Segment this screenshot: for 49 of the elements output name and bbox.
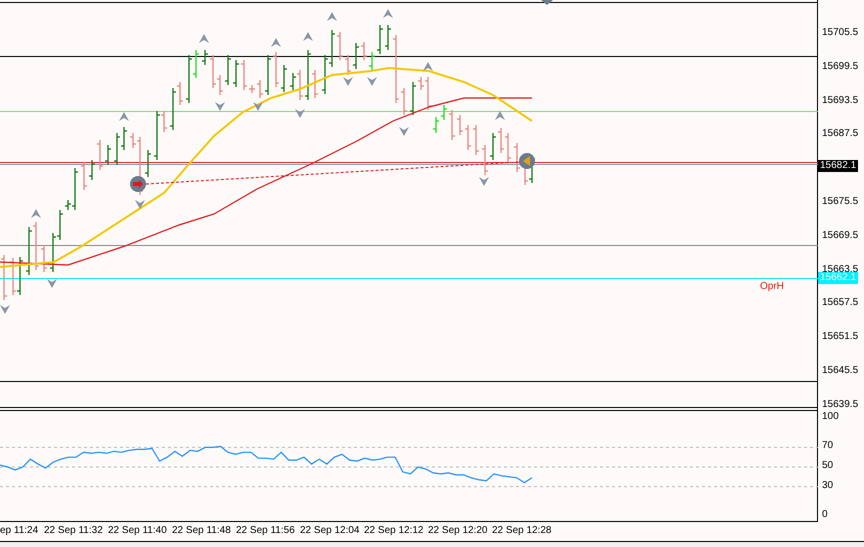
down-arrow-icon xyxy=(0,305,10,314)
price-tick-label: 15699.5 xyxy=(822,60,858,73)
rsi-tick-label: 70 xyxy=(822,440,834,452)
up-arrow-icon xyxy=(271,38,281,47)
price-tick-label: 15639.5 xyxy=(822,398,858,411)
rsi-tick-label: 100 xyxy=(822,411,839,423)
time-tick-label: 22 Sep 11:56 xyxy=(236,525,295,536)
time-tick-label: 22 Sep 11:40 xyxy=(108,525,167,536)
price-tick-label: 15651.5 xyxy=(822,331,858,344)
time-tick-label: 22 Sep 12:12 xyxy=(364,525,424,536)
time-tick-label: 22 Sep 12:28 xyxy=(492,525,552,536)
price-tick-label: 15675.5 xyxy=(822,196,858,208)
level-price-label: 15662.1 xyxy=(818,272,858,284)
time-tick-label: ep 11:24 xyxy=(0,525,38,536)
price-tick-label: 15645.5 xyxy=(822,365,858,377)
time-tick-label: 22 Sep 11:48 xyxy=(172,525,231,536)
down-arrow-icon xyxy=(343,77,353,86)
down-arrow-icon xyxy=(367,77,377,86)
down-arrow-icon xyxy=(215,102,225,111)
up-arrow-icon xyxy=(31,209,41,218)
trade-entry-icon xyxy=(130,176,146,192)
down-arrow-icon xyxy=(135,200,145,209)
down-arrow-icon xyxy=(253,102,263,111)
price-tick-label: 15657.5 xyxy=(822,297,858,310)
down-arrow-icon xyxy=(47,279,57,288)
down-arrow-icon xyxy=(479,177,489,186)
up-arrow-icon xyxy=(423,62,433,71)
down-arrow-icon xyxy=(295,109,305,118)
price-tick-label: 15693.5 xyxy=(822,94,858,107)
up-arrow-icon xyxy=(383,9,393,18)
up-arrow-icon xyxy=(119,112,129,121)
up-arrow-icon xyxy=(327,12,337,21)
time-tick-label: 22 Sep 12:20 xyxy=(428,525,488,536)
rsi-tick-label: 50 xyxy=(822,460,834,472)
level-label: OprH xyxy=(760,281,784,292)
price-tick-label: 15705.5 xyxy=(822,27,858,39)
price-tick-label: 15687.5 xyxy=(822,128,858,140)
down-arrow-icon xyxy=(399,127,409,136)
rsi-tick-label: 30 xyxy=(822,480,834,492)
trade-exit-icon xyxy=(519,153,535,169)
up-arrow-icon xyxy=(199,34,209,43)
up-arrow-icon xyxy=(303,32,313,41)
rsi-tick-label: 0 xyxy=(822,509,828,521)
current-price-label: 15682.1 xyxy=(818,160,858,172)
time-tick-label: 22 Sep 11:32 xyxy=(44,525,103,536)
triangle-icon xyxy=(541,0,553,5)
price-tick-label: 15669.5 xyxy=(822,230,858,242)
time-tick-label: 22 Sep 12:04 xyxy=(300,525,360,536)
up-arrow-icon xyxy=(495,111,505,120)
